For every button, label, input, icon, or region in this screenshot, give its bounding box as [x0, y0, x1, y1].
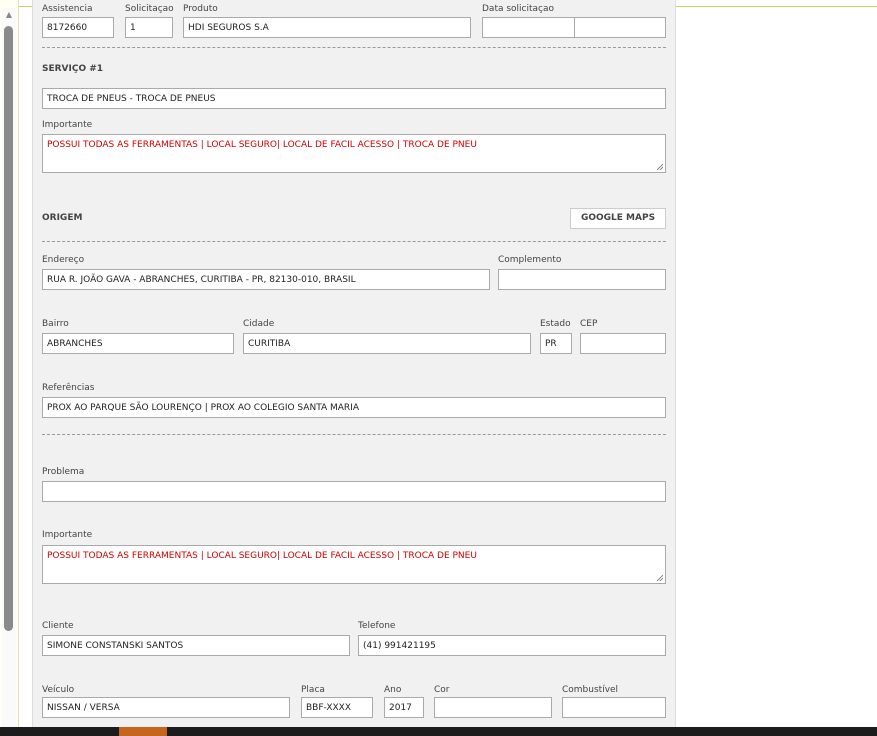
- placa-label: Placa: [301, 685, 325, 695]
- cor-input[interactable]: [434, 697, 552, 718]
- divider: [42, 47, 666, 48]
- complemento-input[interactable]: [498, 269, 666, 290]
- produto-input[interactable]: HDI SEGUROS S.A: [183, 17, 471, 38]
- combustivel-input[interactable]: [562, 697, 666, 718]
- referencias-label: Referências: [42, 383, 95, 393]
- cidade-label: Cidade: [243, 319, 275, 329]
- telefone-label: Telefone: [358, 621, 396, 631]
- servico-title: SERVIÇO #1: [42, 64, 104, 74]
- assistencia-label: Assistencia: [42, 4, 93, 14]
- ano-label: Ano: [384, 685, 402, 695]
- bairro-label: Bairro: [42, 319, 69, 329]
- endereco-label: Endereço: [42, 255, 85, 265]
- solicitacao-label: Solicitaçao: [125, 4, 174, 14]
- taskbar-active-app[interactable]: [119, 727, 167, 736]
- scroll-up-arrow-icon[interactable]: ▲: [4, 10, 14, 20]
- cliente-input[interactable]: SIMONE CONSTANSKI SANTOS: [42, 635, 350, 656]
- estado-input[interactable]: PR: [540, 333, 572, 354]
- cidade-input[interactable]: CURITIBA: [243, 333, 531, 354]
- origem-title: ORIGEM: [42, 213, 83, 223]
- scrollbar-thumb[interactable]: [4, 26, 13, 631]
- referencias-input[interactable]: PROX AO PARQUE SÃO LOURENÇO | PROX AO CO…: [42, 397, 666, 418]
- cliente-label: Cliente: [42, 621, 74, 631]
- complemento-label: Complemento: [498, 255, 562, 265]
- importante-label: Importante: [42, 120, 93, 130]
- ano-input[interactable]: 2017: [384, 697, 424, 718]
- telefone-input[interactable]: (41) 991421195: [358, 635, 666, 656]
- data-solicitacao-label: Data solicitaçao: [482, 4, 555, 14]
- servico-input[interactable]: TROCA DE PNEUS - TROCA DE PNEUS: [42, 88, 666, 109]
- problema-label: Problema: [42, 467, 85, 477]
- veiculo-input[interactable]: NISSAN / VERSA: [42, 697, 290, 718]
- endereco-input[interactable]: RUA R. JOÃO GAVA - ABRANCHES, CURITIBA -…: [42, 269, 490, 290]
- estado-label: Estado: [540, 319, 571, 329]
- importante-textarea[interactable]: POSSUI TODAS AS FERRAMENTAS | LOCAL SEGU…: [42, 545, 666, 584]
- form-panel: [32, 0, 676, 727]
- cor-label: Cor: [434, 685, 450, 695]
- produto-label: Produto: [183, 4, 218, 14]
- cep-label: CEP: [580, 319, 598, 329]
- problema-input[interactable]: [42, 481, 666, 502]
- divider: [42, 241, 666, 242]
- veiculo-label: Veículo: [42, 685, 75, 695]
- combustivel-label: Combustível: [562, 685, 619, 695]
- data-solicitacao-time[interactable]: [574, 17, 666, 38]
- placa-input[interactable]: BBF-XXXX: [301, 697, 373, 718]
- importante-label: Importante: [42, 530, 93, 540]
- bairro-input[interactable]: ABRANCHES: [42, 333, 234, 354]
- solicitacao-input[interactable]: 1: [125, 17, 173, 38]
- divider: [42, 434, 666, 435]
- cep-input[interactable]: [580, 333, 666, 354]
- assistencia-input[interactable]: 8172660: [42, 17, 114, 38]
- importante-textarea[interactable]: POSSUI TODAS AS FERRAMENTAS | LOCAL SEGU…: [42, 134, 666, 173]
- google-maps-button[interactable]: GOOGLE MAPS: [570, 208, 666, 229]
- data-solicitacao-date[interactable]: [482, 17, 575, 38]
